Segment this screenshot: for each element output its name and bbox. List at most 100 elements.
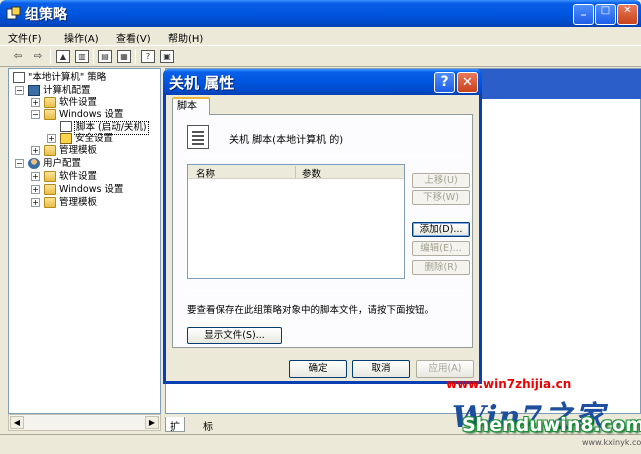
- expand-icon[interactable]: +: [31, 198, 40, 207]
- toolbar-separator: [50, 49, 51, 64]
- folder-icon: [44, 184, 56, 195]
- tree-node-computer[interactable]: − 计算机配置: [15, 85, 160, 97]
- dialog-titlebar[interactable]: 关机 属性 ? ✕: [163, 69, 482, 95]
- column-name[interactable]: 名称: [196, 166, 215, 180]
- tree-node-user-windows-settings[interactable]: + Windows 设置: [31, 184, 160, 196]
- tree-node-software[interactable]: + 软件设置: [31, 97, 160, 109]
- info-text: 要查看保存在此组策略对象中的脚本文件，请按下面按钮。: [187, 305, 435, 316]
- scroll-left-icon[interactable]: ◀: [10, 416, 24, 429]
- maximize-icon: □: [600, 5, 611, 16]
- folder-icon: [44, 97, 56, 108]
- edit-button[interactable]: 编辑(E)...: [412, 241, 470, 256]
- dialog-help-button[interactable]: ?: [434, 72, 455, 93]
- add-button[interactable]: 添加(D)...: [412, 222, 470, 237]
- minimize-button[interactable]: _: [573, 4, 594, 25]
- policy-tree[interactable]: "本地计算机" 策略 − 计算机配置 + 软件设置 − Windows 设置 脚…: [8, 68, 161, 414]
- tree-label: 安全设置: [75, 133, 114, 144]
- tree-node-admin-templates[interactable]: + 管理模板: [31, 145, 160, 157]
- toolbar-separator: [93, 49, 94, 64]
- watermark-small-url: www.kxinyk.com: [582, 438, 641, 447]
- shutdown-properties-dialog: 关机 属性 ? ✕ 脚本 关机 脚本(本地计算机 的) 名称 参数 上移(U) …: [163, 69, 482, 384]
- dialog-close-button[interactable]: ✕: [457, 72, 478, 93]
- menu-file[interactable]: 文件(F): [8, 30, 42, 45]
- main-titlebar[interactable]: 组策略 _ □ ✕: [0, 0, 641, 27]
- window-title: 组策略: [25, 7, 67, 23]
- menu-bar: 文件(F) 操作(A) 查看(V) 帮助(H): [0, 27, 641, 45]
- column-divider[interactable]: [295, 166, 296, 178]
- dialog-title: 关机 属性: [169, 74, 235, 92]
- menu-action[interactable]: 操作(A): [64, 30, 99, 45]
- list-header: 名称 参数: [188, 165, 404, 180]
- folder-icon: [44, 145, 56, 156]
- script-icon: [60, 121, 72, 132]
- move-down-button[interactable]: 下移(W): [412, 190, 470, 205]
- script-file-icon: [187, 125, 209, 149]
- group-policy-icon: [6, 6, 21, 21]
- ok-button[interactable]: 确定: [289, 360, 347, 378]
- move-up-button[interactable]: 上移(U): [412, 173, 470, 188]
- toolbar: ⇦ ⇨ ▲ ▥ ▤ ▦ ? ▣: [0, 45, 641, 67]
- security-icon: [60, 133, 72, 144]
- menu-view[interactable]: 查看(V): [116, 30, 151, 45]
- up-folder-icon[interactable]: ▲: [56, 50, 70, 63]
- tree-label: "本地计算机" 策略: [28, 72, 107, 83]
- help-icon[interactable]: ?: [141, 50, 155, 63]
- tree-node-user[interactable]: − 用户配置: [15, 158, 160, 170]
- minimize-icon: _: [581, 5, 586, 16]
- tree-node-windows-settings[interactable]: − Windows 设置: [31, 109, 160, 121]
- folder-icon: [44, 171, 56, 182]
- maximize-button[interactable]: □: [595, 4, 616, 25]
- expand-icon[interactable]: +: [31, 146, 40, 155]
- delete-button[interactable]: 删除(R): [412, 260, 470, 275]
- divider: [187, 290, 464, 291]
- tree-node-root[interactable]: "本地计算机" 策略: [13, 72, 160, 84]
- question-icon: ?: [440, 74, 449, 90]
- tree-label: Windows 设置: [59, 109, 124, 120]
- expand-icon[interactable]: +: [31, 172, 40, 181]
- apply-button[interactable]: 应用(A): [416, 360, 474, 378]
- toolbar-separator: [135, 49, 136, 64]
- status-bar: [0, 434, 641, 454]
- tree-label: Windows 设置: [59, 184, 124, 195]
- properties-icon[interactable]: ▤: [98, 50, 112, 63]
- close-button[interactable]: ✕: [617, 4, 638, 25]
- expand-icon[interactable]: +: [47, 134, 56, 143]
- expand-icon[interactable]: +: [31, 185, 40, 194]
- watermark-site: Shenduwin8.com: [462, 414, 641, 436]
- watermark-url: www.win7zhijia.cn: [446, 377, 572, 391]
- tree-label: 管理模板: [59, 145, 98, 156]
- back-icon[interactable]: ⇦: [11, 50, 25, 63]
- scroll-right-icon[interactable]: ▶: [145, 416, 159, 429]
- forward-icon[interactable]: ⇨: [31, 50, 45, 63]
- details-header-band: [478, 69, 641, 99]
- export-list-icon[interactable]: ▦: [117, 50, 131, 63]
- show-files-button[interactable]: 显示文件(S)...: [187, 327, 282, 344]
- collapse-icon[interactable]: −: [31, 110, 40, 119]
- tree-node-security[interactable]: + 安全设置: [47, 133, 160, 145]
- tree-label: 计算机配置: [43, 85, 91, 96]
- tree-label: 管理模板: [59, 197, 98, 208]
- policy-icon: [13, 72, 25, 83]
- folder-open-icon: [44, 109, 56, 120]
- tree-node-user-admin-templates[interactable]: + 管理模板: [31, 197, 160, 209]
- scripts-list[interactable]: 名称 参数: [187, 164, 405, 279]
- tree-horizontal-scrollbar[interactable]: ◀ ▶: [8, 414, 161, 431]
- divider: [187, 155, 464, 156]
- computer-icon: [28, 85, 40, 96]
- tab-standard[interactable]: 标准: [199, 417, 217, 448]
- collapse-icon[interactable]: −: [15, 159, 24, 168]
- menu-help[interactable]: 帮助(H): [168, 30, 203, 45]
- tree-label: 用户配置: [43, 158, 82, 169]
- show-tree-icon[interactable]: ▥: [75, 50, 89, 63]
- tree-node-user-software[interactable]: + 软件设置: [31, 171, 160, 183]
- tab-scripts[interactable]: 脚本: [172, 97, 210, 115]
- column-params[interactable]: 参数: [302, 166, 321, 180]
- expand-icon[interactable]: +: [31, 98, 40, 107]
- tab-extended[interactable]: 扩展: [165, 417, 185, 448]
- user-icon: [28, 158, 40, 169]
- collapse-icon[interactable]: −: [15, 86, 24, 95]
- close-icon: ✕: [623, 5, 632, 16]
- cancel-button[interactable]: 取消: [352, 360, 410, 378]
- tree-node-scripts[interactable]: 脚本 (启动/关机): [60, 121, 160, 135]
- console-icon[interactable]: ▣: [160, 50, 174, 63]
